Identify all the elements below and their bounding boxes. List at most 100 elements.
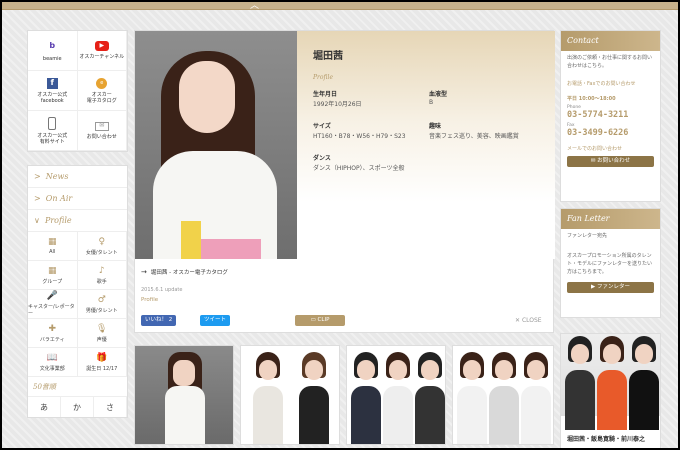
thumb-person <box>415 352 445 444</box>
thumb-person <box>383 352 413 444</box>
contact-hours: 平日 10:00〜18:00 <box>567 96 616 102</box>
book-icon: 📖 <box>46 352 58 363</box>
link-beamie[interactable]: b beamie <box>28 31 78 71</box>
category-actress[interactable]: ♀ 女優/タレント <box>77 232 127 261</box>
link-label: beamie <box>42 56 62 62</box>
contact-box: Contact 出演のご依頼・お仕事に関するお問い合わせはこちら。 お電話・Fa… <box>560 30 661 202</box>
tweet-button[interactable]: ツイート <box>200 315 231 326</box>
category-grid: ▦ All ♀ 女優/タレント ▦ グループ ♪ 歌手 🎤 キャスター/レポーター ♂ 男優… <box>28 232 127 377</box>
catalog-icon: e <box>96 77 108 89</box>
profile-info-bg <box>297 31 555 259</box>
category-label: 男優/タレント <box>85 307 118 314</box>
clip-label: CLIP <box>317 317 330 323</box>
profile-name: 堀田茜 <box>313 51 343 62</box>
profile-section-label: Profile <box>313 74 333 81</box>
link-label: オスカー 電子カタログ <box>86 91 117 104</box>
thumb-person <box>253 352 283 444</box>
grid-icon: ▦ <box>47 237 57 247</box>
smartphone-icon <box>48 116 57 130</box>
blood-label: 血液型 <box>429 91 448 98</box>
voice-mic-icon: 🎙 <box>96 323 108 334</box>
contact-phone-fax-label: お電話・Faxでのお問い合わせ <box>567 81 636 87</box>
size-label: サイズ <box>313 123 331 130</box>
thumbnail-2[interactable] <box>240 345 340 445</box>
category-label: All <box>49 249 56 255</box>
variety-icon: ✚ <box>48 323 57 334</box>
thumb-person <box>299 352 329 444</box>
dance-label: ダンス <box>313 155 331 162</box>
close-icon: ✕ <box>515 317 522 324</box>
category-all[interactable]: ▦ All <box>28 232 78 261</box>
fanletter-title: Fan Letter <box>561 209 660 229</box>
size-value: HT160・B78・W56・H79・S23 <box>313 133 406 140</box>
fanletter-desc: オスカープロモーション所属のタレント・モデルにファンレターを送りたい方はこちらま… <box>567 253 653 275</box>
news-caption: 堀田茜・飯島寛騎・前川泰之 <box>567 436 646 443</box>
thumb-person <box>351 352 381 444</box>
phone-number[interactable]: 03-5774-3211 <box>561 110 660 120</box>
catalog-link-label: 堀田茜 - オスカー電子カタログ <box>150 270 228 276</box>
photo-body <box>153 151 277 259</box>
thumbnail-3[interactable] <box>346 345 446 445</box>
category-label: グループ <box>42 278 63 285</box>
category-birthday[interactable]: 🎁 誕生日 12/17 <box>77 348 127 377</box>
dance-value: ダンス（HIPHOP）、スポーツ全般 <box>313 165 405 172</box>
facebook-like-button[interactable]: いいね！ 2 <box>141 315 177 326</box>
photo-face <box>179 61 235 133</box>
nav-news[interactable]: > News <box>28 166 127 188</box>
close-label: CLOSE <box>521 317 542 324</box>
profile-link[interactable]: Profile <box>141 297 158 303</box>
category-group[interactable]: ▦ グループ <box>28 261 78 290</box>
thumb-person <box>521 352 551 444</box>
category-actor[interactable]: ♂ 男優/タレント <box>77 290 127 319</box>
fanletter-label: ファンレター <box>596 284 630 290</box>
thumb-person <box>165 352 205 444</box>
group-icon: ▦ <box>47 265 57 276</box>
beamie-logo-icon: b <box>49 41 56 50</box>
update-date: 2015.6.1 update <box>141 287 183 293</box>
category-variety[interactable]: ✚ バラエティ <box>28 319 78 348</box>
music-note-icon: ♪ <box>98 265 105 276</box>
category-culture[interactable]: 📖 文化事業部 <box>28 348 78 377</box>
news-thumbnail[interactable]: 堀田茜・飯島寛騎・前川泰之 <box>560 333 661 450</box>
nav-on-air[interactable]: > On Air <box>28 188 127 210</box>
contact-mail-label: お問い合わせ <box>597 158 631 164</box>
birthday-label: 生年月日 <box>313 91 338 98</box>
category-singer[interactable]: ♪ 歌手 <box>77 261 127 290</box>
microphone-icon: 🎤 <box>46 291 58 301</box>
link-inquiry[interactable]: ✉ お問い合わせ <box>77 111 127 151</box>
kana-a[interactable]: あ <box>28 397 61 417</box>
clip-button[interactable]: ▭ CLIP <box>295 315 345 326</box>
top-bar: ︿ <box>0 0 680 11</box>
contact-mail-button[interactable]: ✉ お問い合わせ <box>567 156 654 167</box>
category-label: キャスター/レポーター <box>28 304 75 317</box>
nav-profile[interactable]: ∨ Profile <box>28 210 127 232</box>
category-label: 女優/タレント <box>85 249 118 256</box>
youtube-icon: ▶ <box>94 41 109 51</box>
link-facebook[interactable]: f オスカー公式 facebook <box>28 71 78 111</box>
thumbnail-4[interactable] <box>452 345 554 445</box>
nav-label: Profile <box>44 216 72 225</box>
link-paid-site[interactable]: オスカー公式 有料サイト <box>28 111 78 151</box>
contact-desc: 出演のご依頼・お仕事に関するお問い合わせはこちら。 <box>567 55 653 69</box>
link-youtube[interactable]: ▶ オスカーチャンネル <box>77 31 127 71</box>
link-catalog[interactable]: e オスカー 電子カタログ <box>77 71 127 111</box>
chevron-up-icon[interactable]: ︿ <box>250 0 259 11</box>
arrow-right-icon: → <box>141 268 147 276</box>
fanletter-button[interactable]: ▶ ファンレター <box>567 282 654 293</box>
fax-number: 03-3499-6226 <box>567 128 629 138</box>
mail-inquiry-label: メールでのお問い合わせ <box>567 146 623 152</box>
close-button[interactable]: ✕ CLOSE <box>515 317 542 324</box>
category-caster[interactable]: 🎤 キャスター/レポーター <box>28 290 78 319</box>
profile-photo <box>135 31 297 259</box>
kana-sa[interactable]: さ <box>94 397 127 417</box>
category-voice[interactable]: 🎙 声優 <box>77 319 127 348</box>
kana-row: あ か さ <box>28 397 127 417</box>
side-nav: > News > On Air ∨ Profile ▦ All ♀ 女優/タレント … <box>27 165 128 418</box>
kana-ka[interactable]: か <box>61 397 94 417</box>
catalog-link[interactable]: → 堀田茜 - オスカー電子カタログ <box>141 268 228 276</box>
link-label: オスカーチャンネル <box>79 54 125 60</box>
thumb-person <box>597 336 627 430</box>
actress-icon: ♀ <box>98 236 106 247</box>
thumbnail-1[interactable] <box>134 345 234 445</box>
quick-links: b beamie ▶ オスカーチャンネル f オスカー公式 facebook e… <box>27 30 128 152</box>
